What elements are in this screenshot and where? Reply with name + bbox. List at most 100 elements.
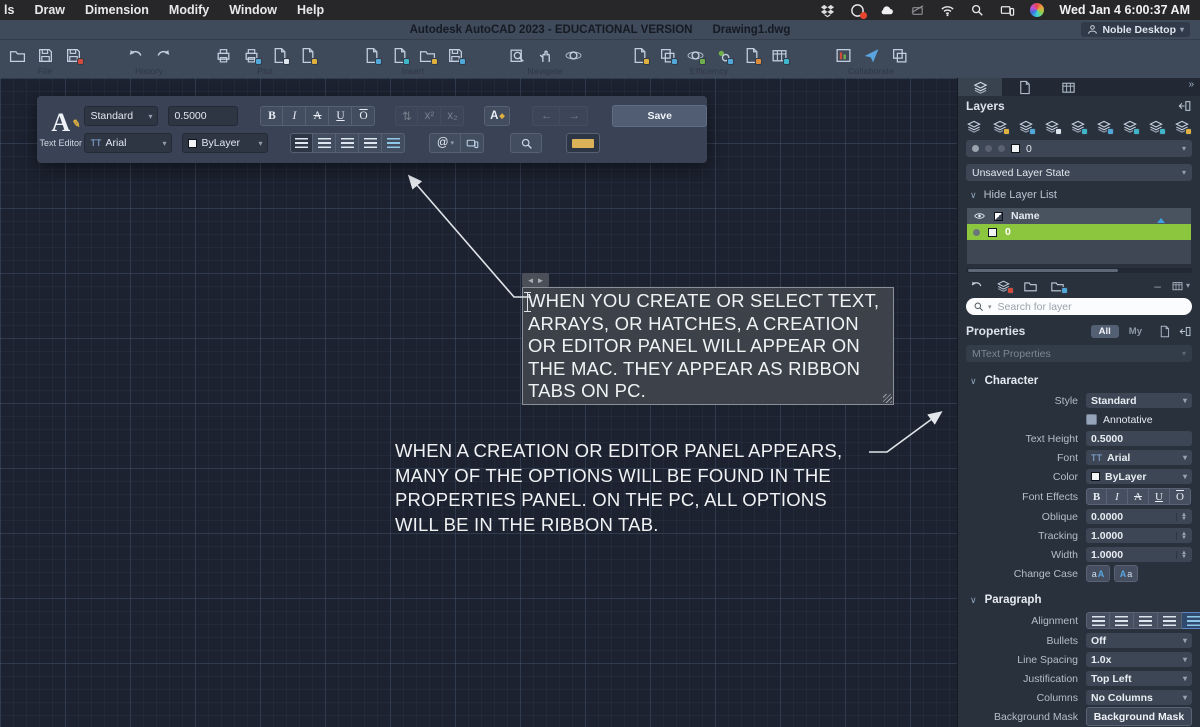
- insert-field-button[interactable]: @▾: [429, 133, 461, 153]
- remote-app-icon[interactable]: [849, 3, 865, 18]
- strikethrough-button[interactable]: A: [306, 106, 329, 126]
- object-type-dropdown[interactable]: MText Properties ▾: [966, 345, 1192, 362]
- insert-settings-button[interactable]: [446, 46, 464, 64]
- drawing-settings-button[interactable]: [770, 46, 788, 64]
- trace-button[interactable]: [890, 46, 908, 64]
- mtext-edit-box[interactable]: WHEN YOU CREATE OR SELECT TEXT, ARRAYS, …: [522, 287, 894, 405]
- layer-unlock-button[interactable]: [1173, 119, 1190, 134]
- layer-list-header[interactable]: Name: [967, 208, 1191, 224]
- page-setup-button[interactable]: [270, 46, 288, 64]
- uppercase-button[interactable]: aA: [1086, 565, 1110, 582]
- align-left-button[interactable]: [290, 133, 313, 153]
- background-mask-button[interactable]: Background Mask: [1086, 707, 1192, 726]
- collapse-panel-icon[interactable]: »: [1188, 78, 1200, 96]
- ruler-toggle-button[interactable]: [566, 133, 600, 153]
- save-text-button[interactable]: Save: [612, 105, 707, 127]
- layer-off-button[interactable]: [1095, 119, 1112, 134]
- open-group-button[interactable]: [1022, 278, 1039, 293]
- drawing-history-button[interactable]: [742, 46, 760, 64]
- strikethrough-button[interactable]: A: [1128, 488, 1149, 505]
- font-select[interactable]: TT Arial▾: [84, 133, 172, 153]
- command-alias-button[interactable]: [658, 46, 676, 64]
- attach-reference-button[interactable]: [390, 46, 408, 64]
- save-as-button[interactable]: [64, 46, 82, 64]
- annotative-checkbox[interactable]: [1086, 414, 1097, 425]
- purge-button[interactable]: [686, 46, 704, 64]
- hide-layer-list-toggle[interactable]: ∨ Hide Layer List: [958, 181, 1200, 201]
- resize-handle[interactable]: [883, 394, 892, 403]
- popout-panel-icon[interactable]: [1179, 325, 1192, 338]
- dropbox-icon[interactable]: [819, 3, 835, 18]
- redo-button[interactable]: [154, 46, 172, 64]
- column-width-toggle-button[interactable]: ◄►: [522, 273, 549, 287]
- attach-image-button[interactable]: [418, 46, 436, 64]
- menu-bar-clock[interactable]: Wed Jan 4 6:00:37 AM: [1059, 3, 1190, 17]
- bullets-dropdown[interactable]: Off▾: [1086, 633, 1192, 648]
- insert-block-button[interactable]: [362, 46, 380, 64]
- filter-my-button[interactable]: My: [1121, 325, 1150, 338]
- share-button[interactable]: [862, 46, 880, 64]
- layer-isolate-button[interactable]: [1121, 119, 1138, 134]
- overline-button[interactable]: O: [1170, 488, 1191, 505]
- layer-row-selected[interactable]: 0: [967, 224, 1191, 240]
- line-spacing-dropdown[interactable]: 1.0x▾: [1086, 652, 1192, 667]
- align-right-button[interactable]: [1134, 612, 1158, 629]
- tab-layers[interactable]: [958, 78, 1002, 96]
- align-center-button[interactable]: [1110, 612, 1134, 629]
- layer-search-box[interactable]: ▾: [966, 298, 1192, 315]
- orbit-button[interactable]: [564, 46, 582, 64]
- align-left-button[interactable]: [1086, 612, 1110, 629]
- menu-modify[interactable]: Modify: [159, 3, 219, 17]
- color-dropdown[interactable]: ByLayer▾: [1086, 469, 1192, 484]
- distribute-button[interactable]: [382, 133, 405, 153]
- text-height-input[interactable]: [168, 106, 238, 126]
- editor-undo-button[interactable]: ←: [532, 106, 560, 126]
- text-height-field[interactable]: 0.5000: [1086, 431, 1192, 446]
- filter-all-button[interactable]: All: [1091, 325, 1119, 338]
- stepper-arrows[interactable]: ▲▼: [1176, 532, 1187, 540]
- wifi-icon[interactable]: [939, 3, 955, 18]
- columns-dropdown[interactable]: No Columns▾: [1086, 690, 1192, 705]
- align-center-button[interactable]: [313, 133, 336, 153]
- superscript-button[interactable]: x²: [418, 106, 441, 126]
- user-account-button[interactable]: Noble Desktop ▾: [1081, 22, 1190, 37]
- columns-button[interactable]: [461, 133, 484, 153]
- menu-help[interactable]: Help: [287, 3, 334, 17]
- text-color-button[interactable]: A◆: [484, 106, 510, 126]
- stepper-arrows[interactable]: ▲▼: [1176, 513, 1187, 521]
- display-icon[interactable]: [999, 3, 1015, 18]
- character-section-header[interactable]: ∨ Character: [958, 362, 1200, 389]
- layer-list-scrollbar[interactable]: [966, 268, 1192, 273]
- bold-button[interactable]: B: [260, 106, 283, 126]
- zoom-window-button[interactable]: [508, 46, 526, 64]
- pan-button[interactable]: [536, 46, 554, 64]
- underline-button[interactable]: U: [1149, 488, 1170, 505]
- layer-search-input[interactable]: [996, 300, 1170, 314]
- remove-filter-button[interactable]: –: [1154, 279, 1161, 293]
- screen-mirroring-off-icon[interactable]: [909, 3, 925, 18]
- edit-properties-icon[interactable]: [1158, 325, 1171, 338]
- justification-dropdown[interactable]: Top Left▾: [1086, 671, 1192, 686]
- find-replace-button[interactable]: [510, 133, 542, 153]
- siri-icon[interactable]: [1029, 3, 1045, 18]
- compare-drawings-button[interactable]: [834, 46, 852, 64]
- list-view-options-button[interactable]: ▾: [1171, 280, 1190, 292]
- italic-button[interactable]: I: [1107, 488, 1128, 505]
- tab-properties[interactable]: [1002, 78, 1046, 96]
- cloud-icon[interactable]: [879, 3, 895, 18]
- layer-lock-button[interactable]: [1147, 119, 1164, 134]
- popout-panel-icon[interactable]: [1178, 99, 1192, 113]
- distribute-button[interactable]: [1182, 612, 1200, 629]
- delete-layer-button[interactable]: [995, 278, 1012, 293]
- spotlight-icon[interactable]: [969, 3, 985, 18]
- current-layer-dropdown[interactable]: 0 ▾: [966, 140, 1192, 157]
- data-link-button[interactable]: [714, 46, 732, 64]
- align-right-button[interactable]: [336, 133, 359, 153]
- stack-fraction-button[interactable]: ⇅: [395, 106, 418, 126]
- layer-state-dropdown[interactable]: Unsaved Layer State ▾: [966, 164, 1192, 181]
- plot-preview-button[interactable]: [242, 46, 260, 64]
- bold-button[interactable]: B: [1086, 488, 1107, 505]
- italic-button[interactable]: I: [283, 106, 306, 126]
- justify-button[interactable]: [1158, 612, 1182, 629]
- oblique-stepper[interactable]: 0.0000 ▲▼: [1086, 509, 1192, 524]
